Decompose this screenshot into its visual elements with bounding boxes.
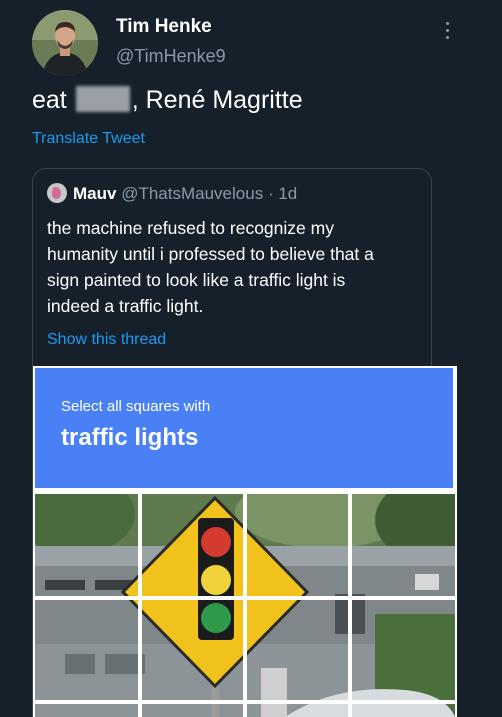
tweet-text: eat , René Magritte [32, 86, 303, 115]
quoted-author-name[interactable]: Mauv [73, 184, 116, 203]
tweet-text-end: , René Magritte [131, 86, 303, 114]
captcha-header: Select all squares with traffic lights [35, 368, 453, 488]
grid-line [348, 494, 352, 717]
redacted-word [75, 86, 130, 112]
grid-line [35, 596, 455, 600]
author-name[interactable]: Tim Henke [116, 16, 212, 38]
avatar-photo [32, 10, 98, 76]
separator-dot: · [267, 184, 274, 203]
captcha-grid [35, 494, 455, 717]
quoted-timestamp[interactable]: 1d [278, 184, 297, 203]
more-options-icon[interactable] [440, 18, 454, 44]
captcha-target: traffic lights [61, 424, 199, 451]
tweet-text-start: eat [32, 86, 67, 114]
quoted-tweet-header: Mauv @ThatsMauvelous · 1d [47, 183, 297, 204]
quoted-author-handle[interactable]: @ThatsMauvelous [121, 184, 263, 203]
grid-line [138, 494, 142, 717]
author-avatar[interactable] [32, 10, 98, 76]
grid-line [35, 700, 455, 704]
show-thread-link[interactable]: Show this thread [47, 331, 166, 349]
translate-tweet-link[interactable]: Translate Tweet [32, 130, 145, 148]
quoted-author-avatar[interactable] [47, 183, 67, 203]
quoted-text-line: indeed a traffic light. [47, 296, 204, 316]
grid-line [243, 494, 247, 717]
quoted-tweet-text: the machine refused to recognize my huma… [47, 215, 432, 319]
tweet: Tim Henke @TimHenke9 eat , René Magritte… [0, 0, 502, 717]
quoted-text-line: the machine refused to recognize my [47, 218, 334, 238]
quoted-text-line: sign painted to look like a traffic ligh… [47, 270, 346, 290]
captcha-instruction: Select all squares with [61, 398, 211, 415]
captcha-image[interactable]: Select all squares with traffic lights [33, 366, 457, 717]
author-handle[interactable]: @TimHenke9 [116, 46, 226, 67]
quoted-text-line: humanity until i professed to believe th… [47, 244, 374, 264]
quoted-tweet[interactable]: Mauv @ThatsMauvelous · 1d the machine re… [32, 168, 457, 717]
